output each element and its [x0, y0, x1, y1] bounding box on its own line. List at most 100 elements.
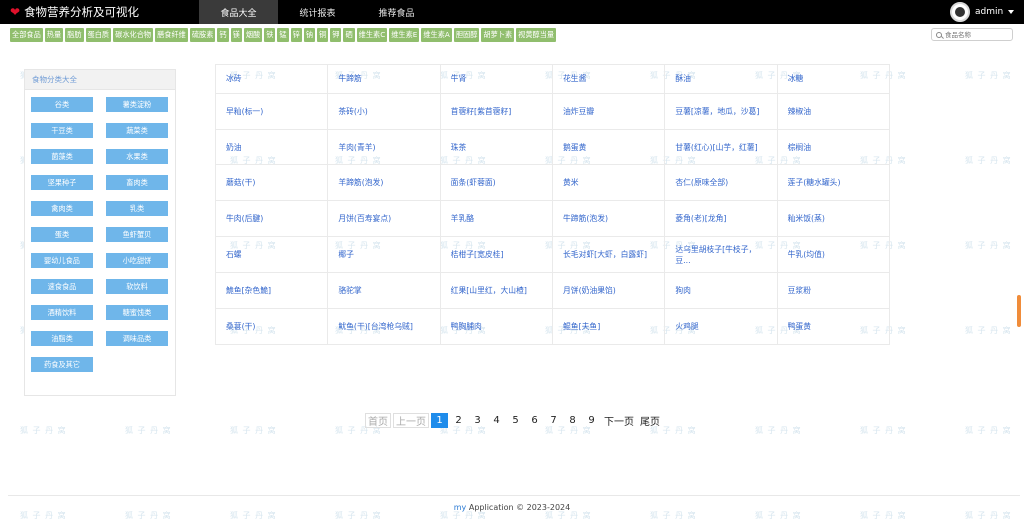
nutrient-chip[interactable]: 铁	[264, 28, 276, 42]
search-box[interactable]	[931, 28, 1013, 41]
category-button[interactable]: 油脂类	[31, 331, 93, 346]
nutrient-chip[interactable]: 维生素A	[421, 28, 452, 42]
food-link[interactable]: 甘薯(红心)[山芋，红薯]	[664, 128, 778, 166]
food-link[interactable]: 牛肾	[439, 64, 553, 94]
food-link[interactable]: 辣椒油	[776, 92, 891, 130]
category-button[interactable]: 乳类	[106, 201, 168, 216]
category-button[interactable]: 糖蜜饯类	[106, 305, 168, 320]
nutrient-chip[interactable]: 铜	[317, 28, 329, 42]
food-link[interactable]: 面条(虾蓉面)	[439, 164, 553, 202]
page-number-button[interactable]: 2	[450, 413, 467, 428]
category-button[interactable]: 药食及其它	[31, 357, 93, 372]
food-link[interactable]: 杏仁(原味全部)	[664, 164, 778, 202]
nutrient-chip[interactable]: 维生素C	[356, 28, 388, 42]
category-button[interactable]: 小吃甜饼	[106, 253, 168, 268]
page-number-button[interactable]: 7	[545, 413, 562, 428]
category-button[interactable]: 禽肉类	[31, 201, 93, 216]
food-link[interactable]: 早籼(标一)	[214, 92, 329, 130]
category-button[interactable]: 速食食品	[31, 279, 93, 294]
tab-food-encyclopedia[interactable]: 食品大全	[199, 0, 278, 24]
page-number-button[interactable]: 3	[469, 413, 486, 428]
food-link[interactable]: 羊肉(青羊)	[327, 128, 441, 166]
user-menu[interactable]: admin	[950, 2, 1015, 22]
food-link[interactable]: 牛肉(后腱)	[214, 200, 329, 238]
app-brand[interactable]: ❤ 食物营养分析及可视化	[10, 3, 139, 21]
nutrient-chip[interactable]: 硒	[343, 28, 355, 42]
nutrient-chip[interactable]: 脂肪	[65, 28, 84, 42]
category-button[interactable]: 谷类	[31, 97, 93, 112]
category-button[interactable]: 畜肉类	[106, 175, 168, 190]
food-link[interactable]: 奶油	[214, 128, 329, 166]
category-button[interactable]: 菌藻类	[31, 149, 93, 164]
category-button[interactable]: 蛋类	[31, 227, 93, 242]
food-link[interactable]: 牛蹄筋	[327, 64, 441, 94]
nutrient-chip[interactable]: 钠	[303, 28, 316, 42]
food-link[interactable]: 冰砖	[214, 64, 329, 94]
nutrient-chip[interactable]: 膳食纤维	[155, 28, 188, 42]
nutrient-chip[interactable]: 视黄醇当量	[516, 28, 557, 42]
nutrient-chip[interactable]: 胡萝卜素	[481, 28, 515, 42]
nutrient-chip[interactable]: 碳水化合物	[113, 28, 154, 42]
next-page-button[interactable]: 下一页	[602, 413, 636, 428]
tab-recommended[interactable]: 推荐食品	[357, 0, 436, 24]
nutrient-chip[interactable]: 全部食品	[10, 28, 43, 42]
category-button[interactable]: 婴幼儿食品	[31, 253, 93, 268]
food-link[interactable]: 长毛对虾[大虾，白露虾]	[551, 236, 666, 274]
food-link[interactable]: 油炸豆瓣	[551, 92, 666, 130]
nutrient-chip[interactable]: 锌	[290, 28, 302, 42]
food-link[interactable]: 鸭蛋黄	[776, 308, 891, 345]
food-link[interactable]: 鮠鱼[杂色鮠]	[214, 272, 329, 310]
nutrient-chip[interactable]: 钾	[330, 28, 342, 42]
nutrient-chip[interactable]: 维生素E	[389, 28, 420, 42]
nutrient-chip[interactable]: 镁	[230, 28, 242, 42]
food-link[interactable]: 牛乳(均值)	[776, 236, 891, 274]
food-link[interactable]: 月饼(奶油果馅)	[551, 272, 666, 310]
food-link[interactable]: 珠茶	[439, 128, 553, 166]
food-link[interactable]: 骆驼掌	[327, 272, 441, 310]
food-link[interactable]: 茶砖(小)	[327, 92, 441, 130]
nutrient-chip[interactable]: 硫胺素	[189, 28, 216, 42]
food-link[interactable]: 羊乳酪	[439, 200, 553, 238]
food-link[interactable]: 月饼(百寿宴点)	[327, 200, 441, 238]
food-link[interactable]: 菱角(老)[龙角]	[664, 200, 778, 238]
caret-down-icon[interactable]	[1008, 10, 1015, 14]
category-button[interactable]: 调味品类	[106, 331, 168, 346]
food-link[interactable]: 火鸡腿	[664, 308, 778, 345]
category-button[interactable]: 鱼虾蟹贝	[106, 227, 168, 242]
food-link[interactable]: 花生酱	[551, 64, 666, 94]
food-link[interactable]: 豆薯[凉薯，地瓜，沙葛]	[664, 92, 778, 130]
category-button[interactable]: 蔬菜类	[106, 123, 168, 138]
tab-statistics[interactable]: 统计报表	[278, 0, 357, 24]
search-input[interactable]	[945, 30, 1007, 39]
food-link[interactable]: 羊蹄筋(泡发)	[327, 164, 441, 202]
food-link[interactable]: 红果[山里红，大山楂]	[439, 272, 553, 310]
food-link[interactable]: 鲲鱼[夫鱼]	[551, 308, 666, 345]
food-link[interactable]: 狗肉	[664, 272, 778, 310]
page-number-button[interactable]: 5	[507, 413, 524, 428]
nutrient-chip[interactable]: 蛋白质	[85, 28, 112, 42]
prev-page-button[interactable]: 上一页	[393, 413, 429, 428]
food-link[interactable]: 冰糖	[776, 64, 891, 94]
food-link[interactable]: 鸭胸脯肉	[439, 308, 553, 345]
food-link[interactable]: 鹅蛋黄	[551, 128, 666, 166]
nutrient-chip[interactable]: 热量	[44, 28, 64, 42]
nutrient-chip[interactable]: 胆固醇	[453, 28, 480, 42]
food-link[interactable]: 棕榈油	[776, 128, 891, 166]
food-link[interactable]: 黄米	[551, 164, 666, 202]
avatar[interactable]	[950, 2, 970, 22]
food-link[interactable]: 达乌里胡枝子[牛枝子，豆...	[664, 236, 778, 274]
food-link[interactable]: 桑葚(干)	[214, 308, 329, 345]
nutrient-chip[interactable]: 烟酸	[243, 28, 263, 42]
category-button[interactable]: 干豆类	[31, 123, 93, 138]
page-number-button[interactable]: 1	[431, 413, 448, 428]
food-link[interactable]: 酥油	[664, 64, 778, 94]
food-link[interactable]: 椰子	[327, 236, 441, 274]
food-link[interactable]: 豆浆粉	[776, 272, 891, 310]
category-button[interactable]: 酒精饮料	[31, 305, 93, 320]
nutrient-chip[interactable]: 钙	[217, 28, 229, 42]
scrollbar-thumb[interactable]	[1017, 295, 1021, 327]
food-link[interactable]: 苜蓿籽[紫苜蓿籽]	[439, 92, 553, 130]
food-link[interactable]: 牛蹄筋(泡发)	[551, 200, 666, 238]
category-button[interactable]: 薯类淀粉	[106, 97, 168, 112]
food-link[interactable]: 莲子(糖水罐头)	[776, 164, 891, 202]
